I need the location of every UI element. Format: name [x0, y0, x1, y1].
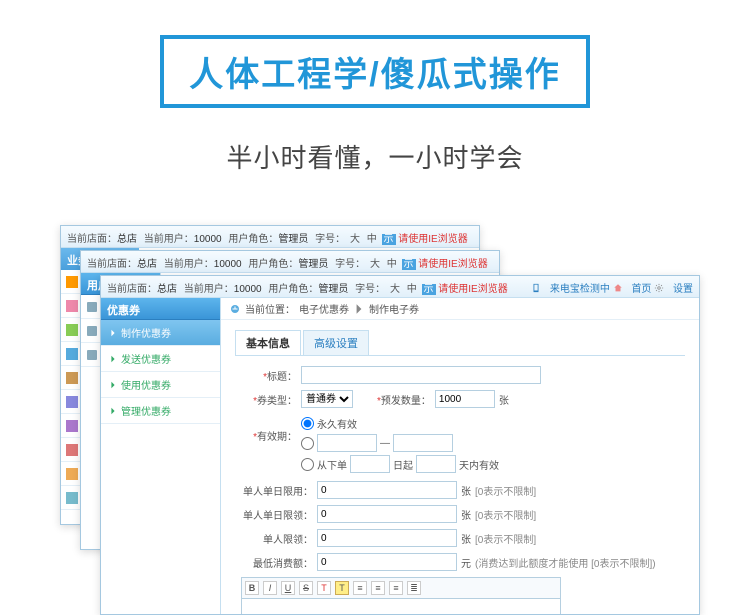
module-icon — [66, 276, 78, 288]
gear-icon — [654, 283, 664, 293]
fontsize-medium[interactable]: 中 — [365, 230, 379, 245]
fontsize-small[interactable]: 示 — [422, 284, 436, 295]
min-spend-label: 最低消费额： — [241, 555, 313, 570]
coupon-nav-item[interactable]: 制作优惠券 — [101, 320, 220, 346]
fontsize-medium[interactable]: 中 — [405, 280, 419, 295]
home-link[interactable]: 首页 — [631, 284, 651, 295]
module-icon — [66, 324, 78, 336]
underline-button[interactable]: U — [281, 581, 295, 595]
phone-icon — [531, 283, 541, 293]
bgcolor-button[interactable]: T — [335, 581, 349, 595]
phone-detect[interactable]: 来电宝检测中 — [550, 284, 610, 295]
module-icon — [66, 420, 78, 432]
module-icon — [66, 300, 78, 312]
module-icon — [66, 492, 78, 504]
coupon-nav-label: 管理优惠券 — [121, 403, 171, 418]
fontsize-large[interactable]: 大 — [388, 280, 402, 295]
total-limit-label: 单人单日限领： — [241, 507, 313, 522]
range-start-input[interactable] — [317, 434, 377, 452]
recv-limit-label: 单人限领： — [241, 531, 313, 546]
tab-basic[interactable]: 基本信息 — [235, 330, 301, 355]
coupon-nav-item[interactable]: 管理优惠券 — [101, 398, 220, 424]
module-icon — [66, 396, 78, 408]
hero-title-box: 人体工程学/傻瓜式操作 — [160, 35, 589, 108]
title-input[interactable] — [301, 366, 541, 384]
home-icon — [613, 283, 623, 293]
chevron-right-icon — [109, 381, 117, 389]
toolbar: 当前店面：总店 当前用户：10000 用户角色：管理员 字号： 大 中 示 请使… — [61, 226, 479, 248]
coupon-nav-item[interactable]: 使用优惠券 — [101, 372, 220, 398]
item-icon — [87, 302, 97, 312]
coupon-nav-item[interactable]: 发送优惠券 — [101, 346, 220, 372]
editor-textarea[interactable] — [241, 599, 561, 614]
qty-label: 预发数量： — [381, 396, 431, 407]
module-icon — [66, 468, 78, 480]
hero-title: 人体工程学/傻瓜式操作 — [189, 47, 560, 96]
day-limit-input[interactable] — [317, 481, 457, 499]
recv-limit-input[interactable] — [317, 529, 457, 547]
editor-toolbar: B I U S T T ≡ ≡ ≡ ≣ — [241, 577, 561, 599]
valid-days-input[interactable] — [416, 455, 456, 473]
fontsize-large[interactable]: 大 — [368, 255, 382, 270]
list-button[interactable]: ≣ — [407, 581, 421, 595]
window-front: 当前店面：总店 当前用户：10000 用户角色：管理员 字号： 大 中 示 请使… — [100, 275, 700, 615]
expire-label: 有效期： — [257, 432, 297, 443]
range-end-input[interactable] — [393, 434, 453, 452]
toolbar: 当前店面：总店 当前用户：10000 用户角色：管理员 字号： 大 中 示 请使… — [101, 276, 699, 298]
chevron-right-icon — [109, 329, 117, 337]
coupon-panel-header: 优惠券 — [101, 298, 220, 320]
chevron-right-icon — [109, 355, 117, 363]
total-limit-input[interactable] — [317, 505, 457, 523]
item-icon — [87, 326, 97, 336]
chevron-right-icon — [353, 303, 365, 315]
expire-forever-radio[interactable] — [301, 417, 314, 430]
italic-button[interactable]: I — [263, 581, 277, 595]
module-icon — [66, 372, 78, 384]
chevron-right-icon — [109, 407, 117, 415]
coupon-nav-label: 制作优惠券 — [121, 325, 171, 340]
align-left-button[interactable]: ≡ — [353, 581, 367, 595]
bold-button[interactable]: B — [245, 581, 259, 595]
fontsize-medium[interactable]: 中 — [385, 255, 399, 270]
color-button[interactable]: T — [317, 581, 331, 595]
align-right-button[interactable]: ≡ — [389, 581, 403, 595]
breadcrumb: 当前位置： 电子优惠券 制作电子券 — [221, 298, 699, 320]
fontsize-small[interactable]: 示 — [402, 259, 416, 270]
title-label: 标题： — [267, 372, 297, 383]
location-icon — [229, 303, 241, 315]
strike-button[interactable]: S — [299, 581, 313, 595]
module-icon — [66, 444, 78, 456]
align-center-button[interactable]: ≡ — [371, 581, 385, 595]
tab-advanced[interactable]: 高级设置 — [303, 330, 369, 355]
type-label: 券类型： — [257, 396, 297, 407]
item-icon — [87, 350, 97, 360]
min-spend-input[interactable] — [317, 553, 457, 571]
toolbar: 当前店面：总店 当前用户：10000 用户角色：管理员 字号： 大 中 示 请使… — [81, 251, 499, 273]
expire-range-radio[interactable] — [301, 437, 314, 450]
qty-input[interactable] — [435, 390, 495, 408]
coupon-nav-label: 使用优惠券 — [121, 377, 171, 392]
module-icon — [66, 348, 78, 360]
fontsize-large[interactable]: 大 — [348, 230, 362, 245]
expire-from-radio[interactable] — [301, 458, 314, 471]
type-select[interactable]: 普通券 — [301, 390, 353, 408]
hero-subtitle: 半小时看懂，一小时学会 — [0, 138, 750, 175]
day-limit-label: 单人单日限用： — [241, 483, 313, 498]
fontsize-small[interactable]: 示 — [382, 234, 396, 245]
coupon-nav-label: 发送优惠券 — [121, 351, 171, 366]
settings-link[interactable]: 设置 — [673, 284, 693, 295]
from-days-input[interactable] — [350, 455, 390, 473]
